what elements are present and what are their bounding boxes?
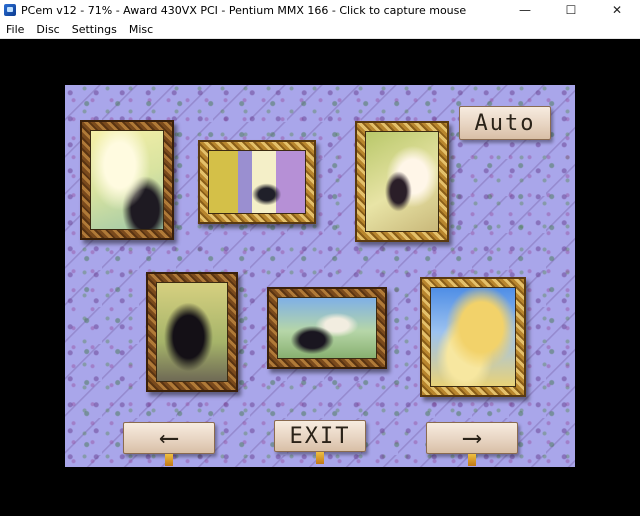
sign-post bbox=[165, 454, 173, 466]
maximize-button[interactable]: ☐ bbox=[548, 0, 594, 20]
exit-label: EXIT bbox=[289, 423, 351, 449]
painting-2-image bbox=[208, 150, 306, 214]
minimize-button[interactable]: — bbox=[502, 0, 548, 20]
painting-4[interactable] bbox=[146, 272, 238, 392]
left-arrow-icon: ⟵ bbox=[161, 423, 177, 453]
painting-1[interactable] bbox=[80, 120, 174, 240]
menu-bar: File Disc Settings Misc bbox=[0, 20, 640, 39]
right-arrow-icon: ⟶ bbox=[464, 423, 480, 453]
painting-4-image bbox=[156, 282, 228, 382]
painting-5-image bbox=[277, 297, 377, 359]
painting-2[interactable] bbox=[198, 140, 316, 224]
exit-button[interactable]: EXIT bbox=[274, 420, 366, 452]
close-button[interactable]: ✕ bbox=[594, 0, 640, 20]
previous-arrow-button[interactable]: ⟵ bbox=[123, 422, 215, 454]
auto-label: Auto bbox=[474, 110, 536, 136]
menu-disc[interactable]: Disc bbox=[30, 23, 65, 36]
auto-button[interactable]: Auto bbox=[459, 106, 551, 140]
painting-6[interactable] bbox=[420, 277, 526, 397]
menu-file[interactable]: File bbox=[0, 23, 30, 36]
sign-post bbox=[316, 452, 324, 464]
painting-1-image bbox=[90, 130, 164, 230]
painting-5[interactable] bbox=[267, 287, 387, 369]
painting-3-image bbox=[365, 131, 439, 232]
menu-settings[interactable]: Settings bbox=[66, 23, 123, 36]
painting-3[interactable] bbox=[355, 121, 449, 242]
emulator-screen[interactable]: Auto ⟵ EXIT ⟶ bbox=[0, 39, 640, 516]
sign-post bbox=[468, 454, 476, 466]
title-bar[interactable]: PCem v12 - 71% - Award 430VX PCI - Penti… bbox=[0, 0, 640, 20]
gallery-wall: Auto ⟵ EXIT ⟶ bbox=[65, 85, 575, 467]
next-arrow-button[interactable]: ⟶ bbox=[426, 422, 518, 454]
painting-6-image bbox=[430, 287, 516, 387]
pcem-app-icon bbox=[4, 4, 16, 16]
window-title: PCem v12 - 71% - Award 430VX PCI - Penti… bbox=[21, 3, 467, 17]
menu-misc[interactable]: Misc bbox=[123, 23, 159, 36]
